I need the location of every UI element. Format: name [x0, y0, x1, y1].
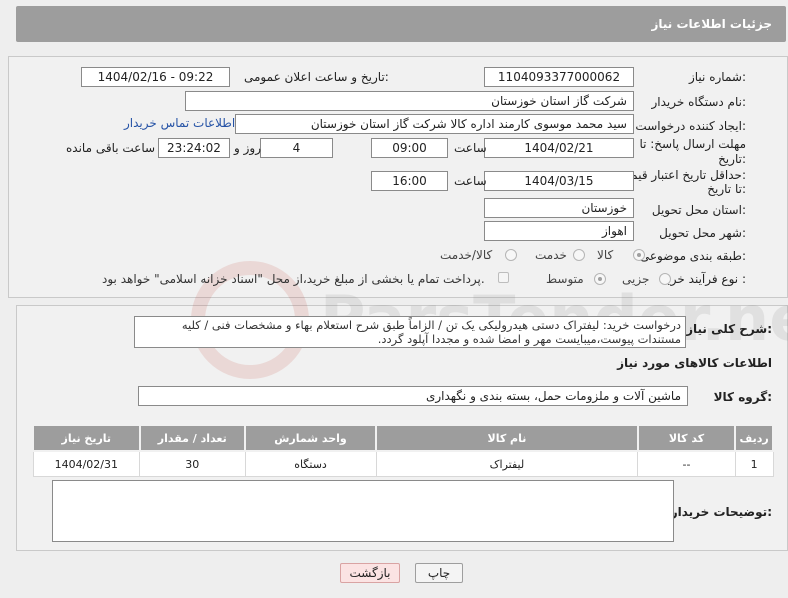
- col-need-date: تاریخ نیاز: [32, 424, 141, 452]
- description-textarea[interactable]: درخواست خرید: لیفتراک دستی هیدرولیکی یک …: [134, 316, 686, 348]
- city-label: شهر محل تحویل:: [659, 226, 746, 240]
- deadline-label: مهلت ارسال پاسخ: تا: [639, 137, 746, 151]
- col-unit: واحد شمارش: [244, 424, 377, 452]
- table-row: 1 -- لیفتراک دستگاه 30 1404/02/31: [32, 450, 774, 477]
- cell-goods-name: لیفتراک: [375, 450, 639, 477]
- time-remaining-label: ساعت باقی مانده: [66, 141, 156, 155]
- time-remaining-field: 23:24:02: [158, 138, 230, 158]
- announce-datetime-field: 1404/02/16 - 09:22: [81, 67, 230, 87]
- cell-unit: دستگاه: [244, 450, 377, 477]
- validity-label-date: تا تاریخ:: [707, 182, 746, 196]
- process-option-medium: متوسط: [546, 272, 584, 286]
- col-goods-name: نام کالا: [375, 424, 639, 452]
- category-radio-goods[interactable]: [633, 249, 645, 261]
- buyer-org-field: شرکت گاز استان خوزستان: [185, 91, 634, 111]
- process-radio-medium[interactable]: [594, 273, 606, 285]
- city-field: اهواز: [484, 221, 634, 241]
- announce-label: تاریخ و ساعت اعلان عمومی:: [244, 70, 389, 84]
- province-field: خوزستان: [484, 198, 634, 218]
- deadline-time-label: ساعت: [454, 141, 487, 155]
- description-label: شرح کلی نیاز:: [686, 322, 772, 336]
- buyer-notes-label: توضیحات خریدار:: [670, 505, 772, 519]
- process-label: نوع فرآیند خرید :: [661, 272, 746, 286]
- category-option-service: خدمت: [535, 248, 567, 262]
- buyer-org-label: نام دستگاه خریدار:: [651, 95, 747, 109]
- treasury-payment-checkbox[interactable]: [498, 272, 509, 283]
- validity-label: حداقل تاریخ اعتبار قیمت:: [619, 168, 746, 182]
- buyer-notes-textarea[interactable]: [52, 480, 674, 542]
- province-label: استان محل تحویل:: [651, 203, 746, 217]
- process-radio-minor[interactable]: [659, 273, 671, 285]
- page-header: جزئیات اطلاعات نیاز: [16, 6, 786, 42]
- cell-quantity: 30: [139, 450, 246, 477]
- deadline-date-field: 1404/02/21: [484, 138, 634, 158]
- cell-goods-code: --: [637, 450, 736, 477]
- back-button[interactable]: بازگشت: [340, 563, 400, 583]
- validity-time-label: ساعت: [454, 174, 487, 188]
- page-title: جزئیات اطلاعات نیاز: [651, 17, 772, 31]
- cell-need-date: 1404/02/31: [32, 450, 141, 477]
- days-label: روز و: [234, 141, 261, 155]
- category-option-goods: کالا: [597, 248, 614, 262]
- need-number-field: 1104093377000062: [484, 67, 634, 87]
- goods-group-label: گروه کالا:: [713, 390, 772, 404]
- goods-info-title: اطلاعات کالاهای مورد نیاز: [617, 356, 772, 370]
- creator-field: سید محمد موسوی کارمند اداره کالا شرکت گا…: [235, 114, 634, 134]
- creator-label: ایجاد کننده درخواست:: [635, 119, 746, 133]
- deadline-time-field: 09:00: [371, 138, 448, 158]
- days-remaining-field: 4: [260, 138, 333, 158]
- validity-time-field: 16:00: [371, 171, 448, 191]
- process-option-minor: جزیی: [622, 272, 650, 286]
- cell-row-number: 1: [734, 450, 774, 477]
- goods-group-field: ماشین آلات و ملزومات حمل، بسته بندی و نگ…: [138, 386, 688, 406]
- category-label: طبقه بندی موضوعی:: [639, 249, 746, 263]
- col-goods-code: کد کالا: [636, 424, 737, 452]
- buyer-contact-link[interactable]: اطلاعات تماس خریدار: [124, 116, 235, 130]
- print-button[interactable]: چاپ: [415, 563, 463, 583]
- need-number-label: شماره نیاز:: [688, 70, 746, 84]
- col-row-number: ردیف: [734, 424, 774, 452]
- category-radio-service[interactable]: [573, 249, 585, 261]
- category-radio-goods-service[interactable]: [505, 249, 517, 261]
- treasury-payment-note: پرداخت تمام یا بخشی از مبلغ خرید،از محل …: [102, 272, 485, 286]
- category-option-goods-service: کالا/خدمت: [440, 248, 493, 262]
- deadline-label-date: تاریخ:: [718, 152, 746, 166]
- table-header-row: ردیف کد کالا نام کالا واحد شمارش تعداد /…: [32, 424, 774, 452]
- goods-table: ردیف کد کالا نام کالا واحد شمارش تعداد /…: [32, 424, 774, 477]
- validity-date-field: 1404/03/15: [484, 171, 634, 191]
- col-quantity: تعداد / مقدار: [138, 424, 247, 452]
